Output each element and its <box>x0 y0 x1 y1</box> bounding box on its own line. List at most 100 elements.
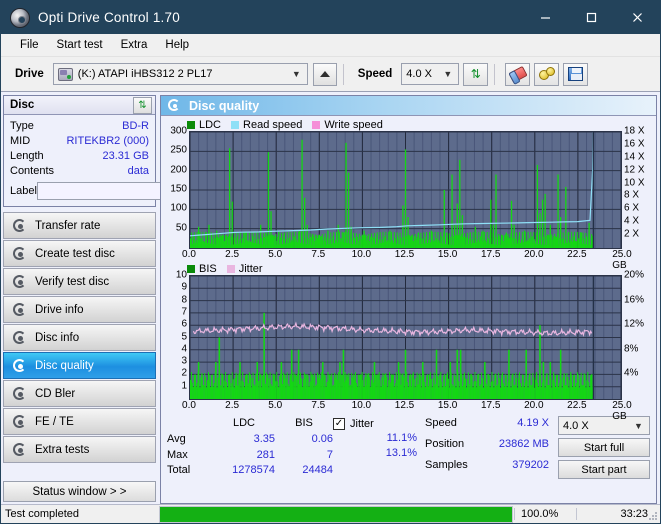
progress-bar <box>159 505 513 523</box>
chart1-y-axis-right: 2 X4 X6 X8 X 10 X 12 X 14 X 16 X 18 X <box>622 126 652 249</box>
x-tick-label: 10.0 <box>351 400 372 411</box>
disc-properties: Type BD-R MID RITEKBR2 (000) Length 23.3… <box>4 115 240 206</box>
sidebar-item-transfer-rate[interactable]: Transfer rate <box>3 212 156 239</box>
legend-label-bis: BIS <box>199 262 217 275</box>
y2-tick-label: 6 X <box>624 202 640 214</box>
x-tick-label: 7.5 <box>311 249 326 260</box>
resize-grip[interactable] <box>648 511 658 521</box>
app-disc-icon <box>10 7 30 28</box>
disc-label-label: Label <box>10 185 37 197</box>
y-tick-label: 300 <box>170 125 187 137</box>
sidebar-item-extra-tests[interactable]: Extra tests <box>3 436 156 463</box>
menu-extra[interactable]: Extra <box>112 37 157 53</box>
eject-button[interactable] <box>312 62 337 86</box>
sidebar-item-label: Disc info <box>35 331 80 344</box>
status-window-wrap: Status window > > <box>3 481 156 504</box>
legend-label-ldc: LDC <box>199 118 222 131</box>
legend-label-read-speed: Read speed <box>243 118 303 131</box>
x-tick-label: 15.0 <box>437 400 458 411</box>
refresh-button[interactable]: ⇅ <box>463 62 489 86</box>
disc-contents-label: Contents <box>10 164 55 177</box>
x-tick-label: 17.5 <box>480 400 501 411</box>
sidebar-item-disc-quality[interactable]: Disc quality <box>3 352 156 379</box>
y-tick-label: 3 <box>181 355 187 367</box>
y-tick-label: 10 <box>175 269 187 281</box>
disc-panel-header: Disc ⇅ <box>4 96 155 115</box>
disc-panel-title: Disc <box>10 99 35 111</box>
x-tick-label: 2.5 <box>225 400 240 411</box>
window-controls <box>522 1 660 34</box>
status-window-button[interactable]: Status window > > <box>3 481 156 502</box>
menu-file[interactable]: File <box>11 37 48 53</box>
sidebar-item-cd-bler[interactable]: CD Bler <box>3 380 156 407</box>
chart2-y-axis-right: 4% 8% 12% 16% 20% <box>622 270 652 400</box>
y2-tick-label: 4% <box>624 367 639 379</box>
speed-readout-label: Speed <box>425 417 457 429</box>
chart1-y-axis-left: 50 100 150 200 250 300 <box>165 126 189 249</box>
start-full-button[interactable]: Start full <box>558 438 650 457</box>
minimize-icon[interactable] <box>522 1 568 34</box>
x-tick-label: 10.0 <box>351 249 372 260</box>
disc-row-length: Length 23.31 GB <box>10 148 149 163</box>
x-tick-label: 22.5 <box>567 249 587 260</box>
jitter-avg-value: 11.1% <box>386 432 417 444</box>
save-button[interactable] <box>563 62 589 86</box>
legend-swatch-read-speed <box>231 120 240 129</box>
status-bar: Test completed 100.0% 33:23 <box>1 504 660 523</box>
maximize-icon[interactable] <box>568 1 614 34</box>
chevron-down-icon: ▼ <box>634 420 643 431</box>
sidebar-item-fe-te[interactable]: FE / TE <box>3 408 156 435</box>
chart2-x-wrap: 0.0 2.5 5.0 7.5 10.0 12.5 15.0 17.5 20.0 22.5 25.0… <box>165 400 652 422</box>
disc-icon <box>13 386 28 401</box>
jitter-stats: ✓ Jitter 11.1% 13.1% <box>333 416 425 479</box>
x-tick-label: 5.0 <box>268 249 283 260</box>
y-tick-label: 8 <box>181 294 187 306</box>
sidebar-item-drive-info[interactable]: Drive info <box>3 296 156 323</box>
samples-readout-label: Samples <box>425 459 468 471</box>
page-title: Disc quality <box>189 98 260 113</box>
y-tick-label: 250 <box>170 144 187 156</box>
jitter-checkbox[interactable]: ✓ <box>333 417 345 430</box>
sidebar-nav: Transfer rate Create test disc Verify te… <box>3 212 156 464</box>
start-part-button[interactable]: Start part <box>558 460 650 479</box>
menu-bar: File Start test Extra Help <box>1 34 660 57</box>
sidebar-item-disc-info[interactable]: Disc info <box>3 324 156 351</box>
main-panel-header: Disc quality <box>161 96 656 116</box>
content-area: Disc ⇅ Type BD-R MID RITEKBR2 (000) Leng… <box>1 92 660 504</box>
disc-icon <box>13 442 28 457</box>
disc-icon <box>13 274 28 289</box>
disc-length-value: 23.31 GB <box>102 149 149 162</box>
test-speed-select[interactable]: 4.0 X ▼ <box>558 416 650 435</box>
drive-icon <box>57 67 73 81</box>
sidebar-item-label: Disc quality <box>35 359 94 372</box>
disc-icon <box>13 414 28 429</box>
position-readout-value: 23862 MB <box>498 438 549 450</box>
disc-refresh-button[interactable]: ⇅ <box>133 96 152 114</box>
x-tick-label: 2.5 <box>225 249 240 260</box>
x-tick-label: 17.5 <box>480 249 501 260</box>
y2-tick-label: 18 X <box>624 125 645 137</box>
y2-tick-label: 10 X <box>624 177 645 189</box>
eraser-icon <box>508 65 528 83</box>
menu-start-test[interactable]: Start test <box>48 37 112 53</box>
chart1-plot-wrap: 50 100 150 200 250 300 2 X4 X6 X8 X 10 X 12 X 14… <box>165 126 652 249</box>
y2-tick-label: 2 X <box>624 228 640 240</box>
sidebar-item-verify-test-disc[interactable]: Verify test disc <box>3 268 156 295</box>
sidebar-item-label: FE / TE <box>35 415 74 428</box>
chevron-down-icon: ▼ <box>443 69 453 79</box>
chevron-down-icon: ▼ <box>291 69 301 79</box>
y2-tick-label: 16 X <box>624 138 645 150</box>
y2-tick-label: 12 X <box>624 164 645 176</box>
x-tick-label: 7.5 <box>311 400 326 411</box>
x-tick-label: 15.0 <box>437 249 458 260</box>
erase-button[interactable] <box>505 62 531 86</box>
sidebar-item-create-test-disc[interactable]: Create test disc <box>3 240 156 267</box>
speed-select[interactable]: 4.0 X ▼ <box>401 63 460 85</box>
drive-select[interactable]: (K:) ATAPI iHBS312 2 PL17 ▼ <box>52 63 308 85</box>
close-icon[interactable] <box>614 1 660 34</box>
menu-help[interactable]: Help <box>156 37 198 53</box>
sidebar-item-label: Verify test disc <box>35 275 110 288</box>
y-tick-label: 100 <box>170 202 187 214</box>
settings-button[interactable] <box>534 62 560 86</box>
x-tick-label: 22.5 <box>567 400 587 411</box>
